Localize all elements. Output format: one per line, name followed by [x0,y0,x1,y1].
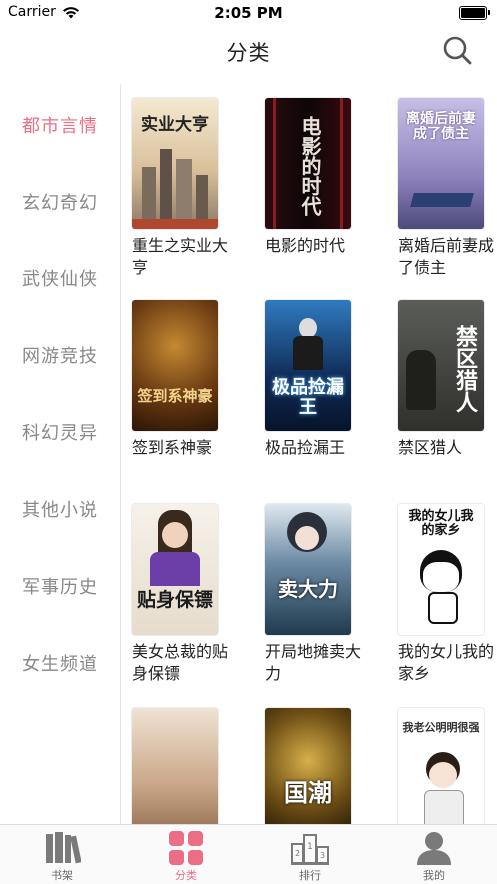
battery-icon [459,6,490,20]
book-item[interactable]: 极品捡漏王 极品捡漏王 [265,300,385,459]
category-icon [169,831,203,865]
book-item[interactable]: 贴身保镖 美女总裁的贴身保镖 [132,504,252,685]
book-title[interactable]: 电影的时代 [265,235,369,257]
sidebar-item-xuanhuan[interactable]: 玄幻奇幻 [0,189,120,215]
book-cover[interactable]: 极品捡漏王 [265,300,351,431]
sidebar-item-qita[interactable]: 其他小说 [0,496,120,522]
ranking-icon: 1 2 3 [291,834,329,865]
sidebar-item-wangyou[interactable]: 网游竞技 [0,342,120,368]
book-cover[interactable]: 电影的时代 [265,98,351,229]
book-cover[interactable]: 我的女儿我的家乡 [398,504,484,635]
cover-text: 禁区猎人 [452,325,477,413]
book-cover[interactable]: 禁区猎人 [398,300,484,431]
book-title[interactable]: 极品捡漏王 [265,437,369,459]
cover-text: 离婚后前妻成了债主 [406,111,476,143]
book-title[interactable]: 重生之实业大亨 [132,235,236,279]
status-bar: Carrier 2:05 PM [0,0,497,24]
sidebar-item-kehuan[interactable]: 科幻灵异 [0,419,120,445]
search-button[interactable] [441,34,475,68]
tab-label: 分类 [175,869,197,882]
cover-text: 签到系神豪 [137,387,213,405]
book-cover[interactable]: 实业大亨 [132,98,218,229]
sidebar-item-dushi[interactable]: 都市言情 [0,112,120,138]
book-cover[interactable]: 卖大力 [265,504,351,635]
book-item[interactable]: 离婚后前妻成了债主 离婚后前妻成了债主 [398,98,497,279]
cover-text: 电影的时代 [298,115,322,216]
svg-text:2: 2 [295,849,300,858]
tab-profile[interactable]: 我的 [372,825,496,884]
book-item[interactable]: 电影的时代 电影的时代 [265,98,385,257]
profile-icon [417,832,451,865]
book-title[interactable]: 签到系神豪 [132,437,236,459]
tab-bookshelf[interactable]: 书架 [0,825,124,884]
book-cover[interactable]: 国潮 [265,708,351,824]
cover-text: 我的女儿我的家乡 [408,509,474,539]
book-cover[interactable]: 离婚后前妻成了债主 [398,98,484,229]
book-item[interactable]: 我的女儿我的家乡 我的女儿我的家乡 [398,504,497,685]
book-title[interactable]: 我的女儿我的家乡 [398,641,497,685]
tab-label: 排行 [299,869,321,882]
sidebar-item-nvsheng[interactable]: 女生频道 [0,650,120,676]
cover-text: 实业大亨 [141,115,209,135]
book-item[interactable]: 国潮 [265,708,385,824]
page-title: 分类 [226,41,271,65]
book-title[interactable]: 禁区猎人 [398,437,497,459]
svg-text:1: 1 [307,842,313,852]
book-cover[interactable]: 我老公明明很强 [398,708,484,824]
book-item[interactable]: 卖大力 开局地摊卖大力 [265,504,385,685]
tab-label: 书架 [51,869,73,882]
bookshelf-icon [46,832,81,864]
book-title[interactable]: 开局地摊卖大力 [265,641,369,685]
category-sidebar: 都市言情 玄幻奇幻 武侠仙侠 网游竞技 科幻灵异 其他小说 军事历史 女生频道 [0,84,121,824]
status-time: 2:05 PM [214,4,283,22]
book-cover[interactable] [132,708,218,824]
book-item[interactable]: 实业大亨 重生之实业大亨 [132,98,252,279]
nav-bar: 分类 [0,24,497,84]
book-cover[interactable]: 签到系神豪 [132,300,218,431]
tab-label: 我的 [423,869,445,882]
book-title[interactable]: 美女总裁的贴身保镖 [132,641,236,685]
book-item[interactable]: 禁区猎人 禁区猎人 [398,300,497,459]
tab-bar: 书架 分类 1 2 3 排行 我的 [0,824,497,884]
cover-text: 卖大力 [278,577,338,601]
book-item[interactable]: 签到系神豪 签到系神豪 [132,300,252,459]
search-icon [443,36,472,65]
cover-text: 国潮 [284,779,332,807]
tab-ranking[interactable]: 1 2 3 排行 [248,825,372,884]
book-title[interactable]: 离婚后前妻成了债主 [398,235,497,279]
book-item[interactable]: 我老公明明很强 [398,708,497,824]
book-item[interactable] [132,708,252,824]
tab-category[interactable]: 分类 [124,825,248,884]
cover-text: 贴身保镖 [136,589,213,611]
book-cover[interactable]: 贴身保镖 [132,504,218,635]
book-grid: 实业大亨 重生之实业大亨 电影的时代 电影的时代 离婚后前妻成了债主 离婚后前妻… [120,84,497,824]
cover-text: 极品捡漏王 [272,377,344,418]
sidebar-item-junshi[interactable]: 军事历史 [0,573,120,599]
sidebar-item-wuxia[interactable]: 武侠仙侠 [0,265,120,291]
cover-text: 我老公明明很强 [402,721,480,734]
svg-text:3: 3 [320,851,325,860]
